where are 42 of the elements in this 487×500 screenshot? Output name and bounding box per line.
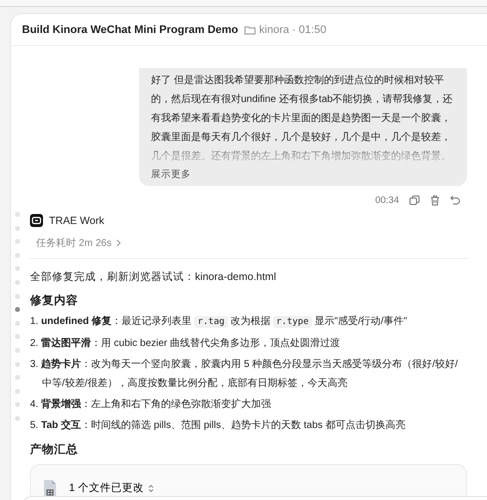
timeline-dot[interactable] xyxy=(15,348,20,353)
folder-name: kinora xyxy=(259,24,290,36)
list-item-text: 3. 趋势卡片：改为每天一个竖向胶囊，胶囊内用 5 种颜色分段显示当天感受等级分布（很好/较好/中等/较差/很差），高度按数量比例分配，底部有日期标签，今天高亮 xyxy=(30,358,459,391)
message-text: 好了 但是雷达图我希望要那种函数控制的到进点位的时候相对较平的，然后现在有很对undifine 还有很多tab不能切换，请帮我修复，还有我希望来看看趋势变化的卡片里面的图是趋势图一天是一个胶囊，胶囊里面是每天有几个很好，几个是较好，几个是中，几个是较差，几个是很差。还有背景的左上角和右下角增加弥散渐变的绿色背景。 xyxy=(151,74,454,164)
expand-icon xyxy=(148,484,154,492)
section-heading: 产物汇总 xyxy=(30,442,79,457)
copy-icon[interactable] xyxy=(409,195,420,206)
chevron-right-icon xyxy=(116,239,121,247)
files-changed-toggle[interactable]: 1 个文件已更改 xyxy=(69,481,154,495)
timeline-dot[interactable] xyxy=(15,416,20,421)
timeline-dot[interactable] xyxy=(15,294,20,299)
timeline-dot[interactable] xyxy=(15,226,20,231)
timeline-dot[interactable] xyxy=(15,266,20,272)
list-item-text: 2. 雷达图平滑：用 cubic bezier 曲线替代尖角多边形，顶点处圆滑过渡 xyxy=(30,336,342,351)
window-title: Build Kinora WeChat Mini Program Demo xyxy=(22,24,238,36)
undo-icon[interactable] xyxy=(450,195,461,206)
section-heading: 修复内容 xyxy=(30,293,79,308)
timeline-dot[interactable] xyxy=(15,334,20,340)
separator-dot: · xyxy=(292,24,296,36)
timeline-dot[interactable] xyxy=(15,280,20,285)
folder-icon xyxy=(244,24,256,34)
show-more-button[interactable]: 展示更多 xyxy=(151,168,191,181)
session-time: 01:50 xyxy=(298,24,326,36)
list-item-text: 5. Tab 交互：时间线的筛选 pills、范围 pills、趋势卡片的天数 tabs 都可点击切换高亮 xyxy=(30,418,406,433)
timeline-dot[interactable] xyxy=(15,375,20,380)
list-item-text: 4. 背景增强：左上角和右下角的绿色弥散渐变扩大加强 xyxy=(30,398,272,412)
timeline-dot[interactable] xyxy=(15,388,20,394)
task-duration-toggle[interactable]: 任务耗时 2m 26s xyxy=(30,235,467,259)
robot-logo-icon xyxy=(30,214,43,227)
message-time: 00:34 xyxy=(375,195,399,206)
timeline-dot[interactable] xyxy=(15,320,20,326)
list-item-text: 1. undefined 修复：最近记录列表里 r.tag 改为根据 r.type 显示"感受/行动/事件" xyxy=(30,314,408,330)
timeline-dot[interactable] xyxy=(15,402,20,408)
timeline-dot[interactable] xyxy=(15,307,20,312)
timeline-dot[interactable] xyxy=(15,212,20,217)
timeline-dot[interactable] xyxy=(15,362,20,367)
timeline-dot[interactable] xyxy=(15,252,20,258)
timeline-dot[interactable] xyxy=(15,239,20,244)
document-icon xyxy=(43,479,57,497)
agent-name: TRAE Work xyxy=(49,214,104,226)
trash-icon[interactable] xyxy=(430,195,440,206)
summary-text: 全部修复完成，刷新浏览器试试：kinora-demo.html xyxy=(30,270,278,284)
